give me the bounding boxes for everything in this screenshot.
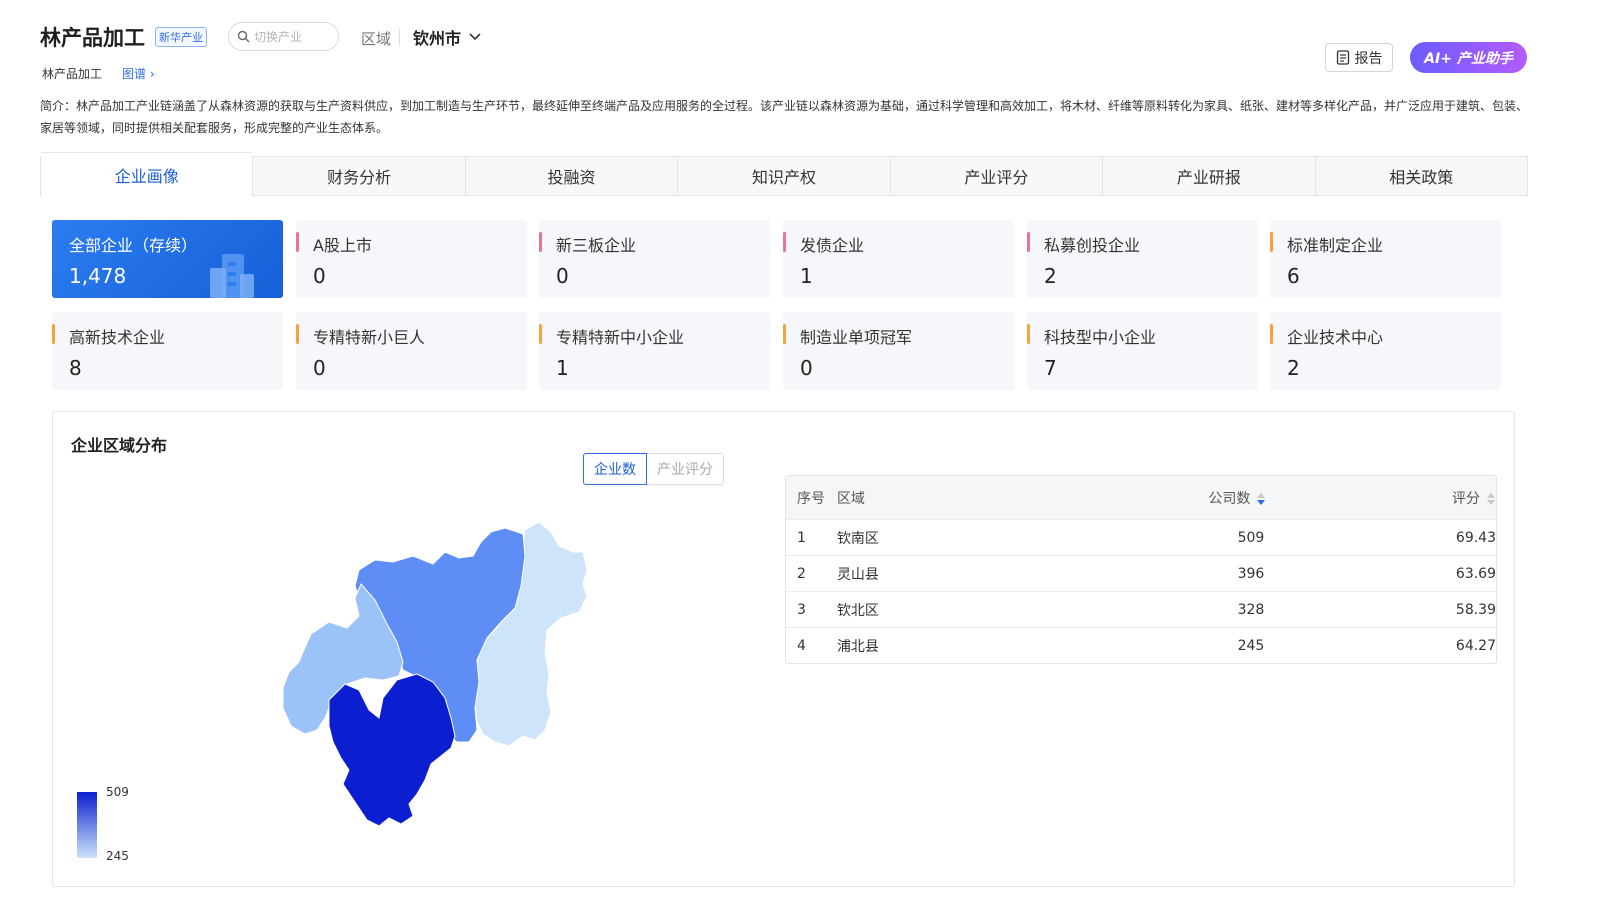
region-table: 序号 区域 公司数 评分 1 钦南区 509 69.43 2 灵山县 396 6…	[785, 475, 1497, 664]
stat-accent	[539, 232, 542, 252]
map-region-qinnan[interactable]	[328, 673, 456, 827]
table-row[interactable]: 4 浦北县 245 64.27	[786, 627, 1496, 663]
stat-value: 1,478	[69, 264, 127, 288]
page-title: 林产品加工	[40, 26, 145, 50]
divider	[399, 29, 400, 45]
stat-value: 8	[69, 356, 82, 380]
region-map	[282, 521, 588, 827]
tab-financial-analysis[interactable]: 财务分析	[252, 157, 464, 195]
col-header-region: 区域	[836, 490, 865, 507]
report-button[interactable]: 报告	[1325, 43, 1393, 72]
stat-value: 7	[1044, 356, 1057, 380]
stat-label: A股上市	[313, 236, 372, 255]
tab-ip[interactable]: 知识产权	[677, 157, 889, 195]
stat-value: 1	[800, 264, 813, 288]
stat-accent	[783, 324, 786, 344]
sort-icon	[1487, 492, 1495, 505]
industry-intro: 简介：林产品加工产业链涵盖了从森林资源的获取与生产资料供应，到加工制造与生产环节…	[40, 99, 1529, 135]
stat-value: 0	[800, 356, 813, 380]
stat-accent	[1027, 232, 1030, 252]
legend-min: 245	[106, 849, 129, 863]
stat-card-a-share[interactable]: A股上市 0	[296, 220, 527, 298]
stat-label: 专精特新小巨人	[313, 328, 426, 347]
stat-value: 6	[1287, 264, 1300, 288]
stat-accent	[296, 232, 299, 252]
stat-accent	[539, 324, 542, 344]
stat-value: 2	[1044, 264, 1057, 288]
tab-policy[interactable]: 相关政策	[1314, 157, 1527, 195]
stat-label: 标准制定企业	[1287, 236, 1384, 255]
table-row[interactable]: 3 钦北区 328 58.39	[786, 591, 1496, 627]
stat-value: 0	[313, 264, 326, 288]
region-select[interactable]: 钦州市	[413, 25, 481, 49]
stat-card-pe-vc[interactable]: 私募创投企业 2	[1027, 220, 1258, 298]
stat-label: 科技型中小企业	[1044, 328, 1157, 347]
table-row[interactable]: 2 灵山县 396 63.69	[786, 555, 1496, 591]
stat-label: 高新技术企业	[69, 328, 166, 347]
stat-card-bond[interactable]: 发债企业 1	[783, 220, 1014, 298]
building-icon	[210, 254, 254, 298]
breadcrumb: 林产品加工	[42, 67, 103, 81]
col-header-count[interactable]: 公司数	[1037, 488, 1267, 508]
ai-assistant-button[interactable]: AI+ 产业助手	[1410, 42, 1527, 73]
search-input[interactable]	[254, 29, 334, 44]
stat-value: 2	[1287, 356, 1300, 380]
table-header: 序号 区域 公司数 评分	[786, 476, 1496, 519]
tab-research[interactable]: 产业研报	[1102, 157, 1314, 195]
stat-card-all-companies[interactable]: 全部企业（存续） 1,478	[52, 220, 283, 298]
stat-accent	[52, 324, 55, 344]
stat-label: 全部企业（存续）	[69, 236, 198, 255]
stat-accent	[296, 324, 299, 344]
stat-accent	[1270, 324, 1273, 344]
stat-value: 0	[556, 264, 569, 288]
industry-search[interactable]	[228, 22, 339, 51]
graph-link[interactable]: 图谱 ›	[122, 65, 155, 82]
tab-investment[interactable]: 投融资	[464, 157, 677, 195]
stat-card-champion[interactable]: 制造业单项冠军 0	[783, 312, 1014, 390]
panel-title: 企业区域分布	[71, 436, 168, 455]
stat-value: 0	[313, 356, 326, 380]
metric-toggle: 企业数 产业评分	[583, 453, 724, 485]
tab-industry-score[interactable]: 产业评分	[889, 157, 1102, 195]
region-label: 区域	[361, 30, 392, 48]
report-icon	[1336, 50, 1349, 65]
stat-label: 新三板企业	[556, 236, 637, 255]
toggle-industry-score[interactable]: 产业评分	[647, 453, 724, 485]
stat-card-high-tech[interactable]: 高新技术企业 8	[52, 312, 283, 390]
stat-card-little-giant[interactable]: 专精特新小巨人 0	[296, 312, 527, 390]
stat-card-standard[interactable]: 标准制定企业 6	[1270, 220, 1501, 298]
search-icon	[237, 30, 250, 43]
legend-max: 509	[106, 785, 129, 799]
stat-label: 发债企业	[800, 236, 865, 255]
table-row[interactable]: 1 钦南区 509 69.43	[786, 519, 1496, 555]
tab-company-profile[interactable]: 企业画像	[41, 152, 253, 196]
stat-card-specialized-sme[interactable]: 专精特新中小企业 1	[539, 312, 770, 390]
region-distribution-panel: 企业区域分布 企业数 产业评分 509 245 序号 区域 公司数 评分 1 钦…	[52, 411, 1515, 887]
toggle-company-count[interactable]: 企业数	[583, 453, 647, 485]
industry-tag: 新华产业	[155, 27, 207, 47]
stat-value: 1	[556, 356, 569, 380]
tab-bar: 企业画像 财务分析 投融资 知识产权 产业评分 产业研报 相关政策	[40, 152, 1528, 196]
stat-label: 专精特新中小企业	[556, 328, 685, 347]
stat-label: 制造业单项冠军	[800, 328, 913, 347]
col-header-score[interactable]: 评分	[1266, 488, 1496, 508]
stat-card-neeq[interactable]: 新三板企业 0	[539, 220, 770, 298]
stat-accent	[783, 232, 786, 252]
stat-label: 私募创投企业	[1044, 236, 1141, 255]
legend-gradient	[77, 792, 97, 858]
col-header-no: 序号	[797, 490, 825, 507]
stat-label: 企业技术中心	[1287, 328, 1384, 347]
stat-card-tech-center[interactable]: 企业技术中心 2	[1270, 312, 1501, 390]
stat-accent	[1027, 324, 1030, 344]
stat-accent	[1270, 232, 1273, 252]
chevron-right-icon: ›	[149, 67, 155, 81]
sort-desc-icon	[1257, 492, 1266, 505]
stat-card-tech-sme[interactable]: 科技型中小企业 7	[1027, 312, 1258, 390]
chevron-down-icon	[469, 33, 481, 41]
region-select-value: 钦州市	[413, 29, 462, 48]
